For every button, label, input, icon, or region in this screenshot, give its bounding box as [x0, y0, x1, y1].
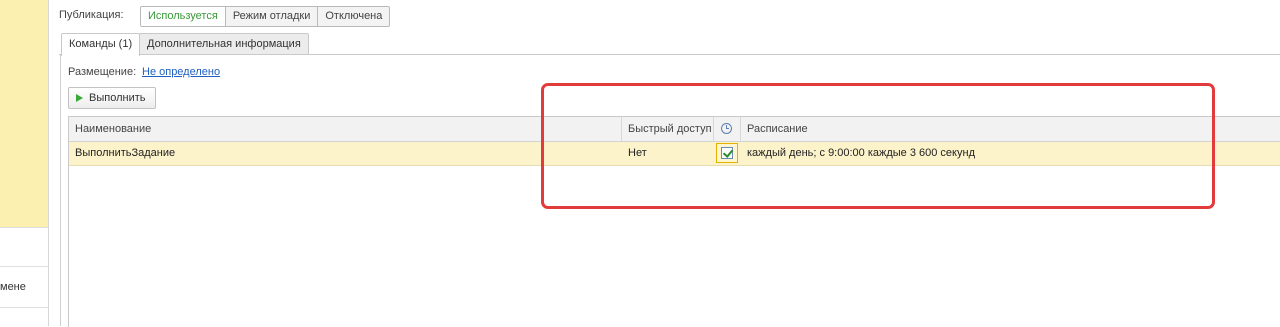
publication-label: Публикация: [59, 9, 124, 21]
cell-scheduled [714, 142, 741, 165]
tab-commands[interactable]: Команды (1) [61, 33, 141, 56]
publication-selector: Используется Режим отладки Отключена [140, 6, 391, 27]
left-panel-item-label: мене [0, 281, 26, 293]
publication-option-used[interactable]: Используется [141, 7, 226, 26]
checkbox-focus-frame [716, 143, 738, 163]
run-button[interactable]: Выполнить [68, 87, 157, 109]
placement-link[interactable]: Не определено [142, 66, 220, 78]
column-header-quick-access[interactable]: Быстрый доступ [622, 117, 714, 141]
column-header-schedule[interactable]: Расписание [741, 117, 1280, 141]
left-panel-item[interactable] [0, 308, 48, 326]
commands-table: Наименование Быстрый доступ Расписание В… [68, 116, 1280, 327]
content-border [60, 55, 61, 326]
left-panel-selected-area[interactable] [0, 0, 48, 228]
tabs-divider [59, 54, 1280, 55]
tab-additional-info[interactable]: Дополнительная информация [139, 33, 309, 55]
table-row[interactable]: ВыполнитьЗадание Нет каждый день; с 9:00… [69, 142, 1280, 166]
play-icon [76, 94, 83, 102]
publication-option-debug[interactable]: Режим отладки [225, 7, 319, 26]
table-header: Наименование Быстрый доступ Расписание [69, 117, 1280, 142]
left-panel: мене [0, 0, 49, 326]
column-header-name[interactable]: Наименование [69, 117, 622, 141]
cell-quick-access: Нет [628, 147, 647, 159]
publication-option-disabled[interactable]: Отключена [318, 7, 390, 26]
run-button-label: Выполнить [89, 92, 146, 104]
placement-label: Размещение: [68, 66, 137, 78]
cell-schedule[interactable]: каждый день; с 9:00:00 каждые 3 600 секу… [741, 142, 1280, 165]
cell-name: ВыполнитьЗадание [75, 147, 176, 159]
scheduled-checkbox[interactable] [721, 147, 733, 159]
column-header-scheduled[interactable] [714, 117, 741, 141]
clock-icon [721, 123, 732, 134]
left-panel-item[interactable] [0, 228, 48, 267]
left-panel-item[interactable]: мене [0, 267, 48, 308]
